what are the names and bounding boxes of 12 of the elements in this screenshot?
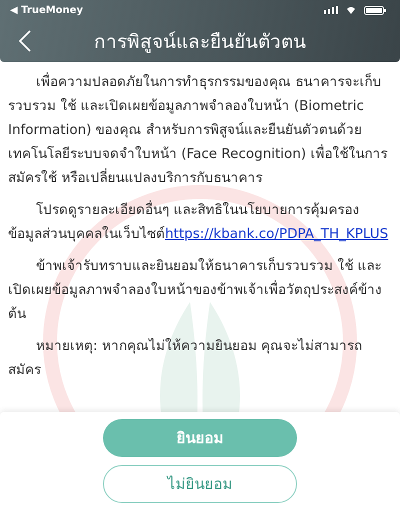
- page-title: การพิสูจน์และยืนยันตัวตน: [94, 30, 306, 55]
- body-paragraph: โปรดดูรายละเอียดอื่นๆ และสิทธิในนโยบายการคุ้มครองข้อมูลส่วนบุคคลในเว็บไซต์https://kbank.co/PDPA_TH_KPLUS: [8, 199, 390, 244]
- decline-button[interactable]: ไม่ยินยอม: [103, 465, 297, 503]
- policy-link[interactable]: https://kbank.co/PDPA_TH_KPLUS: [165, 226, 388, 242]
- battery-icon: [364, 6, 386, 14]
- back-chevron-icon[interactable]: [19, 30, 31, 52]
- body-paragraph: หมายเหตุ: หากคุณไม่ให้ความยินยอม คุณจะไม่สามารถสมัคร: [8, 337, 364, 380]
- back-to-app-link[interactable]: ◀ TrueMoney: [10, 4, 83, 16]
- signal-icon: [324, 6, 338, 14]
- wifi-icon: [346, 6, 356, 14]
- body-paragraph: เพื่อความปลอดภัยในการทำธุรกรรมของคุณ ธนาคารจะเก็บรวบรวม ใช้ และเปิดเผยข้อมูลภาพจำลองใบหน้า (Biometric Information) ของคุณ สำหรับการพิสูจน์และยืนยันตัวตนด้วยเทคโนโลยีระบบจดจำใบหน้า (Face Recognition) เพื่อใช้ในการสมัครใช้ หรือเปลี่ยนแปลงบริการกับธนาคาร: [8, 71, 388, 188]
- body-paragraph: ข้าพเจ้ารับทราบและยินยอมให้ธนาคารเก็บรวบรวม ใช้ และเปิดเผยข้อมูลภาพจำลองใบหน้าของข้าพเจ้าเพื่อวัตถุประสงค์ข้างต้น: [8, 256, 383, 324]
